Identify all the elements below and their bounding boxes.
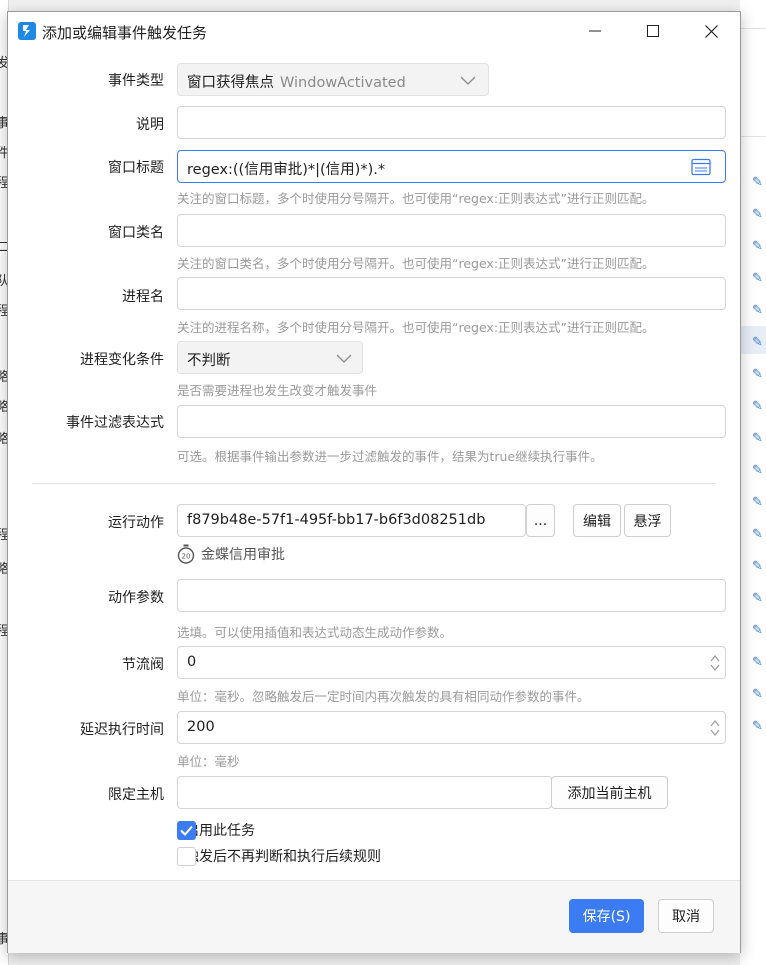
- process-name-hint: 关注的进程名称，多个时使用分号隔开。也可使用“regex:正则表达式”进行正则匹…: [177, 320, 655, 335]
- stop-after-checkbox-row[interactable]: 触发后不再判断和执行后续规则: [177, 846, 381, 866]
- minimize-button[interactable]: [566, 12, 624, 50]
- process-change-label: 进程变化条件: [80, 352, 164, 368]
- event-filter-hint: 可选。根据事件输出参数进一步过滤触发的事件，结果为true继续执行事件。: [177, 449, 603, 464]
- edit-icon: ✎: [752, 207, 763, 222]
- enable-task-checkbox[interactable]: [177, 820, 196, 840]
- delay-value: 200: [187, 719, 215, 735]
- stop-after-checkbox[interactable]: [177, 846, 196, 866]
- event-type-label: 事件类型: [108, 73, 164, 89]
- process-change-value: 不判断: [187, 353, 231, 369]
- edit-icon: ✎: [752, 271, 763, 286]
- window-title-input[interactable]: regex:((信用审批)*|(信用)*).*: [177, 150, 726, 183]
- action-info: 20 金蝶信用审批: [177, 543, 285, 565]
- process-name-input[interactable]: [177, 277, 726, 310]
- spinner-arrows-icon[interactable]: [709, 718, 721, 738]
- edit-icon: ✎: [752, 367, 763, 382]
- title-bar[interactable]: 添加或编辑事件触发任务: [8, 12, 740, 50]
- edit-icon: ✎: [752, 527, 763, 542]
- window-class-label: 窗口类名: [108, 225, 164, 241]
- edit-icon: ✎: [752, 239, 763, 254]
- event-type-value-sub: WindowActivated: [280, 75, 406, 91]
- window-title-hint: 关注的窗口标题，多个时使用分号隔开。也可使用“regex:正则表达式”进行正则匹…: [177, 191, 655, 206]
- edit-icon: ✎: [752, 559, 763, 574]
- window-title: 添加或编辑事件触发任务: [42, 24, 208, 42]
- stop-after-label: 触发后不再判断和执行后续规则: [185, 849, 381, 865]
- throttle-value: 0: [187, 654, 197, 670]
- enable-task-checkbox-row[interactable]: 启用此任务: [177, 820, 255, 840]
- description-label: 说明: [136, 117, 164, 133]
- edit-icon: ✎: [752, 335, 763, 350]
- window-title-label: 窗口标题: [108, 160, 164, 176]
- edit-icon: ✎: [752, 399, 763, 414]
- close-button[interactable]: [682, 12, 740, 50]
- run-action-input[interactable]: f879b48e-57f1-495f-bb17-b6f3d08251db: [177, 504, 526, 537]
- chevron-down-icon: [460, 76, 476, 85]
- delay-hint: 单位：毫秒: [177, 754, 240, 769]
- action-params-label: 动作参数: [108, 590, 164, 606]
- app-logo-icon: [18, 22, 36, 40]
- process-name-label: 进程名: [122, 289, 164, 305]
- run-action-value: f879b48e-57f1-495f-bb17-b6f3d08251db: [187, 512, 486, 528]
- delay-label: 延迟执行时间: [80, 722, 164, 738]
- process-change-hint: 是否需要进程也发生改变才触发事件: [177, 383, 378, 398]
- spinner-arrows-icon[interactable]: [709, 653, 721, 673]
- background-app-right-edge: ✎ ✎ ✎ ✎ ✎ ✎ ✎ ✎ ✎ ✎ ✎ ✎ ✎ ✎ ✎ ✎ ✎ ✎: [740, 0, 766, 965]
- action-params-hint: 选填。可以使用插值和表达式动态生成动作参数。: [177, 625, 453, 640]
- edit-icon: ✎: [752, 303, 763, 318]
- action-name: 金蝶信用审批: [201, 547, 285, 563]
- add-current-host-button[interactable]: 添加当前主机: [551, 776, 668, 809]
- throttle-hint: 单位：毫秒。忽略触发后一定时间内再次触发的具有相同动作参数的事件。: [177, 689, 590, 704]
- window-picker-icon[interactable]: [691, 158, 711, 176]
- task-dialog: 添加或编辑事件触发任务 事件类型 窗口获得焦点 WindowActivated 说…: [7, 11, 741, 953]
- window-class-input[interactable]: [177, 214, 726, 247]
- delay-input[interactable]: 200: [177, 711, 726, 744]
- stopwatch-badge: 20: [182, 553, 191, 561]
- action-params-input[interactable]: [177, 579, 726, 612]
- throttle-input[interactable]: 0: [177, 646, 726, 679]
- event-type-select[interactable]: 窗口获得焦点 WindowActivated: [177, 63, 489, 96]
- checkmark-icon: [180, 825, 193, 836]
- maximize-button[interactable]: [624, 12, 682, 50]
- event-type-value: 窗口获得焦点: [187, 75, 274, 91]
- edit-action-button[interactable]: 编辑: [573, 504, 621, 537]
- process-change-select[interactable]: 不判断: [177, 341, 363, 374]
- description-input[interactable]: [177, 106, 726, 139]
- throttle-label: 节流阀: [122, 657, 164, 673]
- dialog-footer: 保存(S) 取消: [8, 880, 740, 953]
- window-title-value: regex:((信用审批)*|(信用)*).*: [187, 162, 386, 178]
- edit-icon: ✎: [752, 463, 763, 478]
- host-label: 限定主机: [108, 787, 164, 803]
- edit-icon: ✎: [752, 655, 763, 670]
- edit-icon: ✎: [752, 719, 763, 734]
- window-class-hint: 关注的窗口类名，多个时使用分号隔开。也可使用“regex:正则表达式”进行正则匹…: [177, 256, 655, 271]
- edit-icon: ✎: [752, 591, 763, 606]
- minimize-icon: [589, 30, 601, 32]
- close-icon: [704, 24, 718, 38]
- chevron-down-icon: [336, 354, 352, 363]
- cancel-button[interactable]: 取消: [658, 899, 714, 933]
- stopwatch-icon: 20: [177, 544, 195, 564]
- edit-icon: ✎: [752, 495, 763, 510]
- float-action-button[interactable]: 悬浮: [624, 504, 671, 537]
- edit-icon: ✎: [752, 687, 763, 702]
- section-divider: [32, 483, 716, 484]
- save-button[interactable]: 保存(S): [569, 899, 644, 933]
- host-input[interactable]: [177, 776, 552, 809]
- browse-action-button[interactable]: ...: [526, 504, 555, 537]
- run-action-label: 运行动作: [108, 515, 164, 531]
- event-filter-label: 事件过滤表达式: [66, 415, 164, 431]
- edit-icon: ✎: [752, 623, 763, 638]
- event-filter-input[interactable]: [177, 405, 726, 438]
- edit-icon: ✎: [752, 431, 763, 446]
- maximize-icon: [647, 25, 659, 37]
- edit-icon: ✎: [752, 175, 763, 190]
